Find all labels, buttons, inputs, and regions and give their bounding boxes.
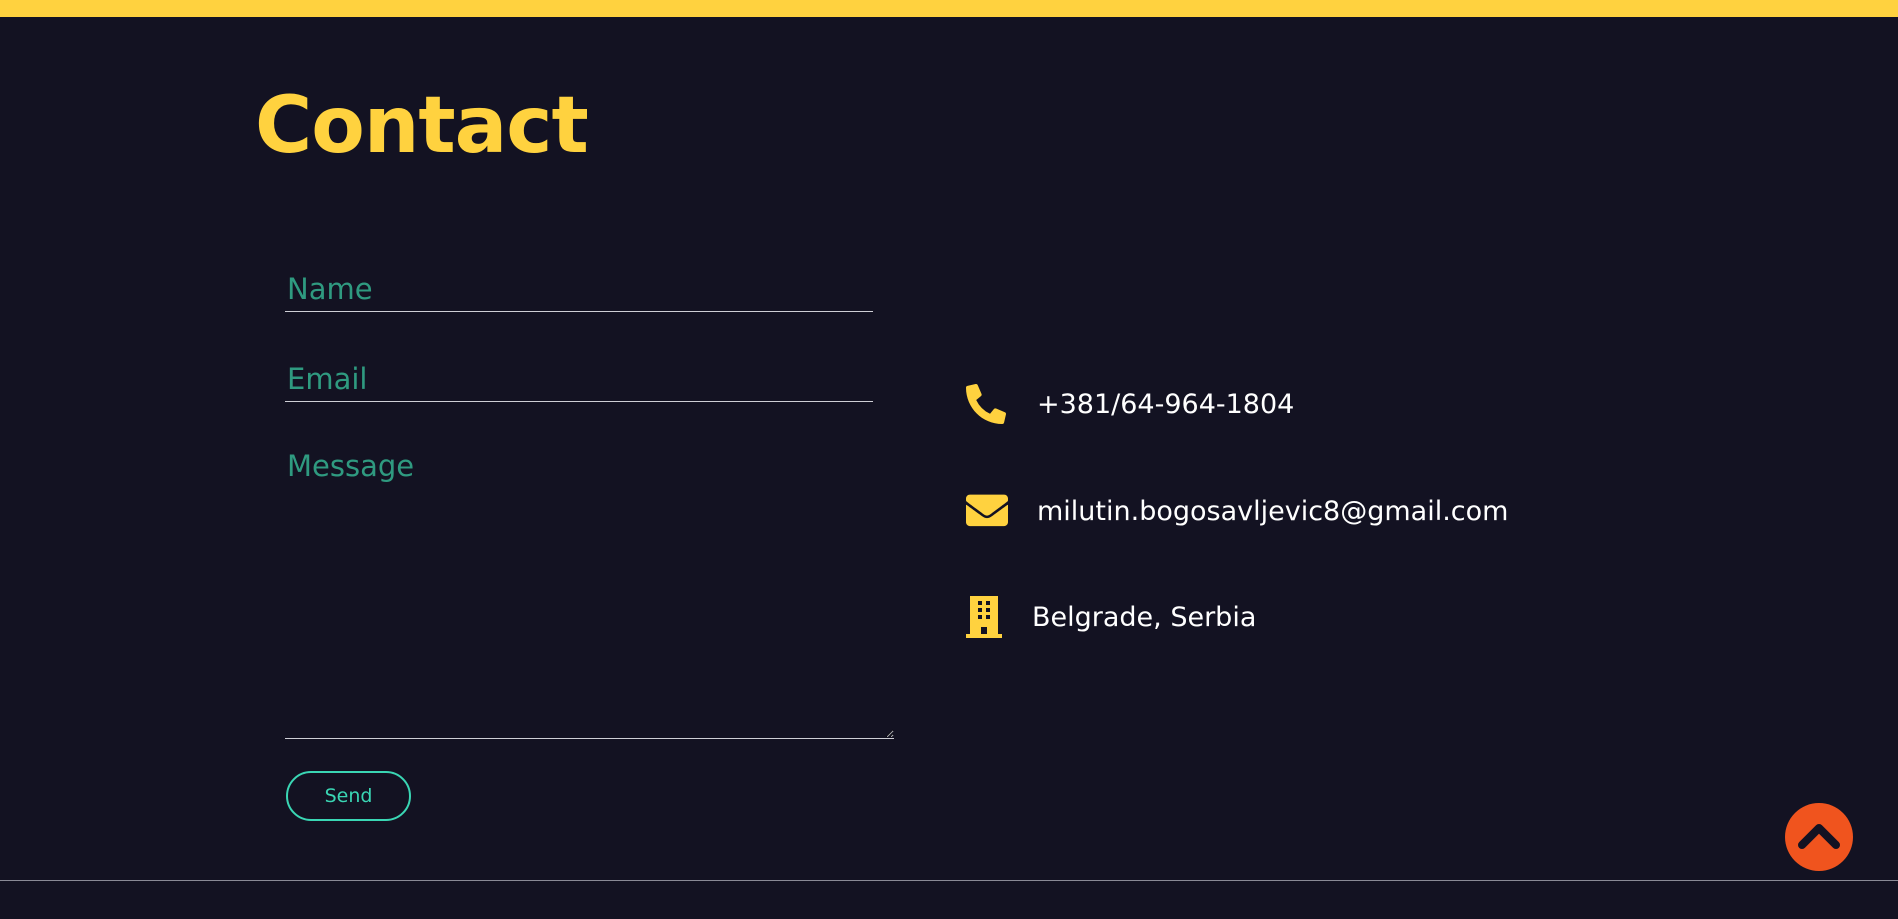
top-accent-bar — [0, 0, 1898, 17]
send-button[interactable]: Send — [286, 771, 411, 821]
phone-icon — [966, 382, 1010, 426]
email-input[interactable] — [285, 356, 873, 402]
address-text: Belgrade, Serbia — [1032, 601, 1257, 633]
email-address: milutin.bogosavljevic8@gmail.com — [1037, 495, 1509, 527]
footer-divider — [0, 880, 1898, 881]
contact-address: Belgrade, Serbia — [966, 592, 1256, 642]
scroll-to-top-button[interactable] — [1785, 803, 1853, 871]
name-input[interactable] — [285, 266, 873, 312]
page-title: Contact — [255, 81, 589, 171]
envelope-icon — [966, 489, 1010, 533]
contact-page: Contact Send +381/64-964-1804 milutin.bo… — [0, 0, 1898, 919]
message-textarea[interactable] — [285, 444, 894, 739]
contact-email: milutin.bogosavljevic8@gmail.com — [966, 486, 1508, 536]
chevron-up-icon — [1797, 819, 1841, 855]
phone-number: +381/64-964-1804 — [1037, 388, 1295, 420]
contact-phone: +381/64-964-1804 — [966, 379, 1294, 429]
building-icon — [966, 595, 1010, 639]
